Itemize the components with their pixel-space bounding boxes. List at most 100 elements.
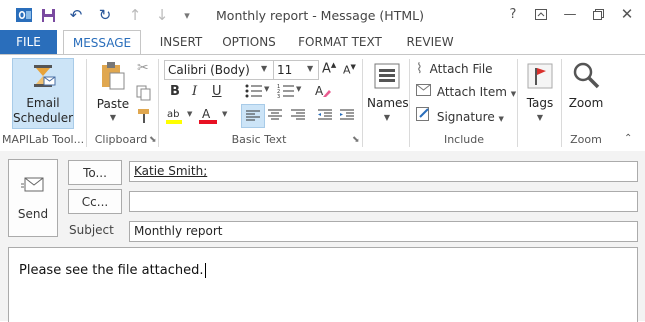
hourglass-icon <box>30 63 56 92</box>
clear-formatting-icon[interactable]: A <box>314 83 332 102</box>
highlight-dropdown-icon[interactable]: ▼ <box>187 110 192 118</box>
svg-text:ab: ab <box>167 109 179 120</box>
tags-label: Tags <box>526 96 554 110</box>
chevron-down-icon: ▼ <box>498 115 504 123</box>
font-size-value: 11 <box>277 63 293 77</box>
format-painter-icon[interactable] <box>136 108 152 127</box>
grow-font-icon[interactable]: A▲ <box>322 61 336 76</box>
window-title: Monthly report - Message (HTML) <box>216 8 424 23</box>
numbering-icon[interactable]: 123 <box>277 83 295 102</box>
to-recipient[interactable]: Katie Smith; <box>134 164 207 178</box>
tab-file[interactable]: FILE <box>0 30 57 54</box>
chevron-down-icon: ▼ <box>261 64 268 73</box>
font-color-dropdown-icon[interactable]: ▼ <box>222 110 227 118</box>
group-label-clipboard: Clipboard <box>94 133 148 146</box>
tags-button[interactable]: Tags ▼ <box>522 60 558 126</box>
chevron-down-icon: ▼ <box>307 64 314 73</box>
send-button[interactable]: Send <box>8 159 58 237</box>
send-icon <box>21 176 45 197</box>
copy-icon[interactable] <box>136 85 152 104</box>
tab-options[interactable]: OPTIONS <box>215 30 283 54</box>
decrease-indent-icon[interactable] <box>315 105 335 128</box>
body-text[interactable]: Please see the file attached.​ <box>19 263 206 278</box>
save-icon[interactable] <box>38 5 58 25</box>
attach-file-label: Attach File <box>429 62 493 76</box>
highlight-color-icon[interactable]: ab <box>166 106 186 127</box>
group-label-mapilab: MAPILab Tool... <box>2 133 85 146</box>
restore-button[interactable] <box>585 3 611 25</box>
basic-text-launcher-icon[interactable]: ⬊ <box>352 135 360 145</box>
tab-format-text[interactable]: FORMAT TEXT <box>290 30 390 54</box>
signature-button[interactable]: Signature ▼ <box>416 107 504 124</box>
group-separator <box>362 59 363 147</box>
clipboard-icon <box>100 61 126 94</box>
zoom-button[interactable]: Zoom <box>566 60 606 120</box>
group-label-include: Include <box>443 133 485 146</box>
group-separator <box>517 59 518 147</box>
next-item-icon[interactable]: ↓ <box>152 5 172 25</box>
to-field[interactable]: Katie Smith; <box>129 161 638 182</box>
underline-button[interactable]: U <box>212 84 222 99</box>
italic-button[interactable]: I <box>192 84 197 99</box>
ribbon-tabs: FILE MESSAGE INSERT OPTIONS FORMAT TEXT … <box>0 30 645 56</box>
font-color-icon[interactable]: A <box>199 106 219 127</box>
cc-field[interactable] <box>129 191 638 212</box>
group-label-basic-text: Basic Text <box>231 133 287 146</box>
bold-button[interactable]: B <box>170 84 180 99</box>
svg-text:A: A <box>202 107 211 121</box>
outlook-logo-icon <box>14 5 34 25</box>
email-scheduler-button[interactable]: Email Scheduler <box>12 58 74 129</box>
group-separator <box>86 59 87 147</box>
align-left-button[interactable] <box>241 104 265 128</box>
tab-message[interactable]: MESSAGE <box>63 30 141 56</box>
body-text-content: Please see the file attached. <box>19 263 204 278</box>
paste-button[interactable]: Paste ▼ <box>96 61 130 125</box>
collapse-ribbon-icon[interactable]: ⌃ <box>624 133 632 144</box>
font-name-value: Calibri (Body) <box>168 63 250 77</box>
shrink-font-icon[interactable]: A▼ <box>343 63 356 77</box>
group-label-zoom: Zoom <box>570 133 602 146</box>
address-book-icon <box>373 62 401 93</box>
message-body[interactable]: Please see the file attached.​ <box>8 247 638 322</box>
align-center-icon[interactable] <box>265 105 285 128</box>
numbering-dropdown-icon[interactable]: ▼ <box>296 85 301 93</box>
font-size-select[interactable]: 11 ▼ <box>273 60 319 80</box>
svg-text:A: A <box>315 84 324 98</box>
align-right-icon[interactable] <box>288 105 308 128</box>
names-dropdown-icon: ▼ <box>383 113 391 122</box>
attach-item-label: Attach Item <box>436 85 507 99</box>
email-scheduler-line1: Email <box>26 96 60 110</box>
group-separator <box>158 59 159 147</box>
increase-indent-icon[interactable] <box>337 105 357 128</box>
send-label: Send <box>17 206 49 221</box>
font-name-select[interactable]: Calibri (Body) ▼ <box>164 60 274 80</box>
help-button[interactable]: ? <box>500 3 526 25</box>
tab-review[interactable]: REVIEW <box>400 30 460 54</box>
minimize-button[interactable]: — <box>557 3 583 25</box>
attach-file-button[interactable]: ⌇ Attach File <box>416 61 493 77</box>
attach-item-button[interactable]: Attach Item ▼ <box>416 84 516 99</box>
bullets-dropdown-icon[interactable]: ▼ <box>264 85 269 93</box>
signature-label: Signature <box>436 110 495 124</box>
cut-icon[interactable]: ✂ <box>137 60 149 76</box>
undo-icon[interactable]: ↶ <box>66 5 86 25</box>
previous-item-icon[interactable]: ↑ <box>125 5 145 25</box>
to-button[interactable]: To... <box>68 160 122 185</box>
tab-insert[interactable]: INSERT <box>150 30 212 54</box>
names-button[interactable]: Names ▼ <box>367 60 409 126</box>
bullets-icon[interactable] <box>245 83 263 102</box>
redo-icon[interactable]: ↻ <box>95 5 115 25</box>
cc-button[interactable]: Cc... <box>68 189 122 214</box>
svg-text:3: 3 <box>277 94 280 99</box>
magnifier-icon <box>571 60 601 93</box>
zoom-label: Zoom <box>568 96 604 110</box>
clipboard-launcher-icon[interactable]: ⬊ <box>149 135 157 145</box>
flag-icon <box>525 61 555 94</box>
tags-dropdown-icon: ▼ <box>536 113 544 122</box>
close-button[interactable]: ✕ <box>614 3 640 25</box>
ribbon-display-options-icon[interactable] <box>528 3 554 25</box>
signature-icon <box>416 107 435 124</box>
subject-field[interactable]: Monthly report <box>129 221 638 242</box>
chevron-down-icon: ▼ <box>510 90 517 98</box>
paste-dropdown-icon: ▼ <box>109 113 117 122</box>
